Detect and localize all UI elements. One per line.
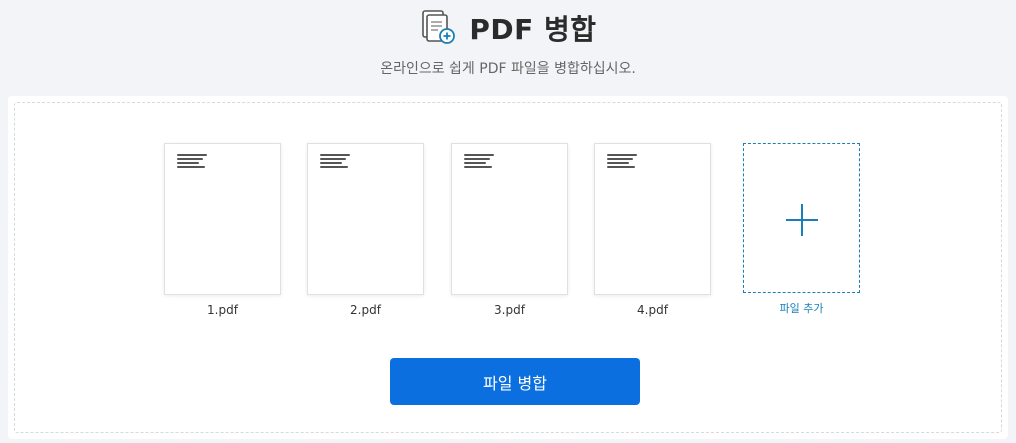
file-name: 2.pdf xyxy=(350,303,381,317)
file-name: 3.pdf xyxy=(494,303,525,317)
header: PDF 병합 온라인으로 쉽게 PDF 파일을 병합하십시오. xyxy=(0,0,1016,96)
page-title: PDF 병합 xyxy=(469,13,597,46)
page-preview xyxy=(464,154,494,170)
file-thumbnail-2[interactable] xyxy=(307,143,424,295)
pdf-merge-icon xyxy=(422,10,456,44)
file-name: 1.pdf xyxy=(207,303,238,317)
add-file-button[interactable] xyxy=(743,143,860,293)
file-thumbnail-3[interactable] xyxy=(451,143,568,295)
merge-files-button[interactable]: 파일 병합 xyxy=(390,358,640,405)
page-preview xyxy=(177,154,207,170)
merge-panel: 1.pdf 2.pdf 3.pdf 4.pdf 파일 추가 파일 병합 xyxy=(8,96,1008,439)
page-preview xyxy=(607,154,637,170)
page-preview xyxy=(320,154,350,170)
file-thumbnail-4[interactable] xyxy=(594,143,711,295)
file-thumbnail-1[interactable] xyxy=(164,143,281,295)
file-dropzone[interactable]: 1.pdf 2.pdf 3.pdf 4.pdf 파일 추가 파일 병합 xyxy=(14,102,1002,433)
page-subtitle: 온라인으로 쉽게 PDF 파일을 병합하십시오. xyxy=(380,61,636,77)
plus-icon xyxy=(786,204,818,236)
file-name: 4.pdf xyxy=(637,303,668,317)
title-row: PDF 병합 xyxy=(0,8,1016,48)
add-file-label[interactable]: 파일 추가 xyxy=(743,300,860,316)
